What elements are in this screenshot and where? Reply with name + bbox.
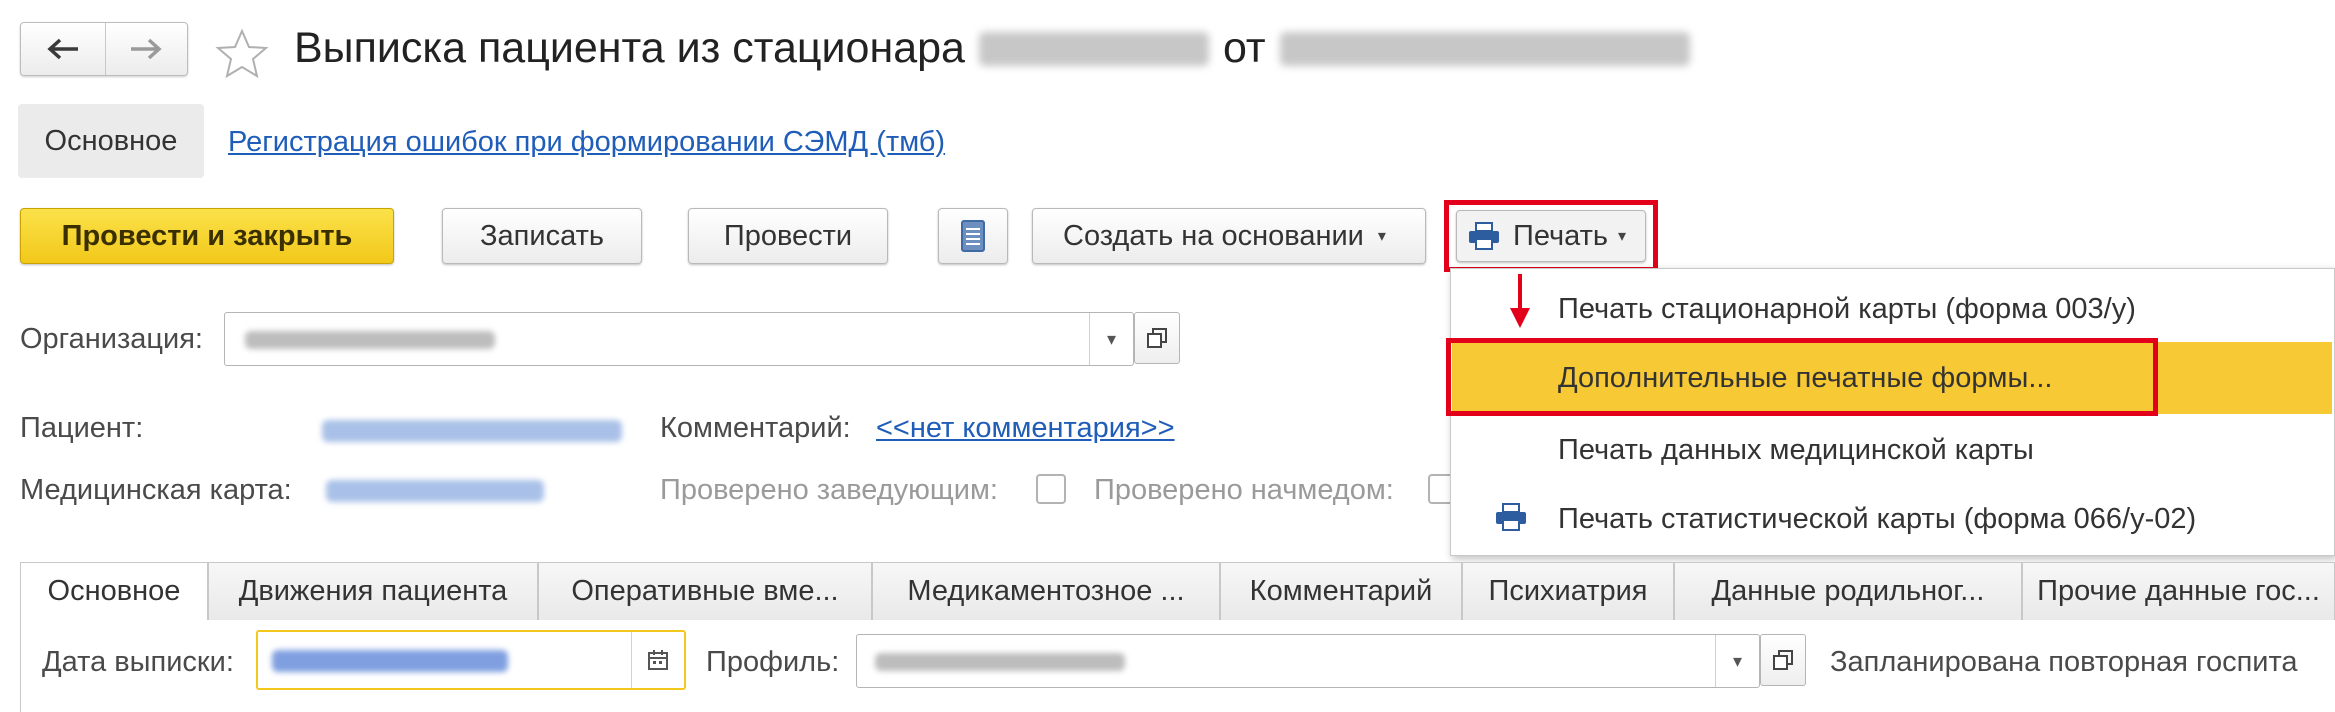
tab-psychiatry[interactable]: Психиатрия bbox=[1462, 562, 1674, 620]
tab-operative-label: Оперативные вме... bbox=[571, 575, 839, 607]
tab-main[interactable]: Основное bbox=[20, 562, 208, 620]
post-button[interactable]: Провести bbox=[688, 208, 888, 264]
nav-buttons-group bbox=[20, 22, 188, 76]
calendar-button[interactable] bbox=[631, 632, 684, 688]
arrow-right-icon bbox=[131, 38, 162, 60]
tab-other-data-label: Прочие данные гос... bbox=[2037, 575, 2320, 607]
create-based-on-label: Создать на основании bbox=[1063, 219, 1364, 252]
profile-field[interactable]: ▾ bbox=[856, 634, 1760, 688]
star-icon[interactable] bbox=[214, 28, 270, 80]
print-button[interactable]: Печать ▾ bbox=[1456, 210, 1646, 262]
chevron-down-icon: ▾ bbox=[1732, 650, 1743, 671]
comment-link[interactable]: <<нет комментария>> bbox=[876, 412, 1175, 445]
list-icon bbox=[961, 220, 985, 252]
calendar-icon bbox=[648, 650, 668, 670]
organization-field[interactable]: ▾ bbox=[224, 312, 1134, 366]
medcard-label: Медицинская карта: bbox=[20, 474, 292, 506]
organization-label: Организация: bbox=[20, 323, 203, 355]
main-section-tab[interactable]: Основное bbox=[18, 104, 204, 178]
document-date-redacted bbox=[1279, 31, 1690, 66]
tab-psychiatry-label: Психиатрия bbox=[1488, 575, 1648, 607]
discharge-date-label: Дата выписки: bbox=[42, 646, 234, 678]
create-based-on-button[interactable]: Создать на основании ▾ bbox=[1032, 208, 1426, 264]
checked-chief-label: Проверено начмедом: bbox=[1094, 474, 1394, 506]
page-title: Выписка пациента из стационара от bbox=[294, 24, 1690, 73]
title-text: Выписка пациента из стационара bbox=[294, 24, 965, 72]
chevron-down-icon: ▾ bbox=[1106, 328, 1117, 349]
comment-label: Комментарий: bbox=[660, 412, 851, 444]
printer-icon bbox=[1469, 222, 1499, 250]
tab-maternity-data-label: Данные родильног... bbox=[1711, 575, 1985, 607]
profile-label: Профиль: bbox=[706, 646, 840, 678]
tab-comment-label: Комментарий bbox=[1249, 575, 1433, 607]
patient-value-redacted[interactable] bbox=[322, 420, 622, 442]
menu-item-print-medcard-data[interactable]: Печать данных медицинской карты bbox=[1558, 434, 2034, 467]
post-and-close-label: Провести и закрыть bbox=[61, 219, 353, 252]
organization-dropdown-button[interactable]: ▾ bbox=[1089, 313, 1133, 365]
back-button[interactable] bbox=[21, 23, 106, 75]
patient-label: Пациент: bbox=[20, 412, 144, 444]
menu-item-extra-print-forms[interactable]: Дополнительные печатные формы... bbox=[1558, 362, 2053, 395]
print-label: Печать bbox=[1513, 219, 1609, 252]
arrow-left-icon bbox=[47, 38, 78, 60]
checked-head-label: Проверено заведующим: bbox=[660, 474, 998, 506]
tab-patient-movements[interactable]: Движения пациента bbox=[208, 562, 538, 620]
chevron-down-icon: ▾ bbox=[1377, 228, 1386, 245]
profile-value-redacted bbox=[875, 653, 1125, 671]
tab-main-label: Основное bbox=[47, 575, 181, 607]
menu-item-print-inpatient-card[interactable]: Печать стационарной карты (форма 003/у) bbox=[1558, 293, 2136, 326]
save-label: Записать bbox=[480, 219, 604, 252]
tab-operative[interactable]: Оперативные вме... bbox=[538, 562, 872, 620]
tab-medication[interactable]: Медикаментозное ... bbox=[872, 562, 1220, 620]
open-window-icon bbox=[1773, 650, 1793, 670]
repeat-hospitalization-label: Запланирована повторная госпита bbox=[1830, 646, 2298, 678]
tab-patient-movements-label: Движения пациента bbox=[238, 575, 508, 607]
document-number-redacted bbox=[978, 31, 1209, 66]
printer-icon bbox=[1496, 503, 1526, 531]
checked-head-checkbox[interactable] bbox=[1036, 474, 1066, 504]
open-window-icon bbox=[1147, 328, 1167, 348]
tab-maternity-data[interactable]: Данные родильног... bbox=[1674, 562, 2022, 620]
annotation-arrow bbox=[1510, 274, 1530, 328]
discharge-date-field[interactable] bbox=[256, 630, 686, 690]
document-list-button[interactable] bbox=[938, 208, 1008, 264]
organization-value-redacted bbox=[245, 331, 495, 349]
post-and-close-button[interactable]: Провести и закрыть bbox=[20, 208, 394, 264]
profile-dropdown-button[interactable]: ▾ bbox=[1715, 635, 1759, 687]
menu-item-print-stat-card[interactable]: Печать статистической карты (форма 066/у… bbox=[1558, 503, 2196, 536]
post-label: Провести bbox=[723, 219, 853, 252]
title-from-text: от bbox=[1222, 24, 1266, 72]
main-section-tab-label: Основное bbox=[44, 124, 178, 157]
tab-comment[interactable]: Комментарий bbox=[1220, 562, 1462, 620]
tab-other-data[interactable]: Прочие данные гос... bbox=[2022, 562, 2335, 620]
organization-open-button[interactable] bbox=[1134, 312, 1180, 364]
medcard-value-redacted[interactable] bbox=[326, 480, 544, 502]
chevron-down-icon: ▾ bbox=[1618, 228, 1627, 245]
discharge-date-value-redacted bbox=[272, 650, 508, 672]
semd-errors-link[interactable]: Регистрация ошибок при формировании СЭМД… bbox=[228, 126, 945, 159]
profile-open-button[interactable] bbox=[1760, 634, 1806, 686]
tab-medication-label: Медикаментозное ... bbox=[907, 575, 1185, 607]
forward-button[interactable] bbox=[105, 23, 187, 75]
save-button[interactable]: Записать bbox=[442, 208, 642, 264]
